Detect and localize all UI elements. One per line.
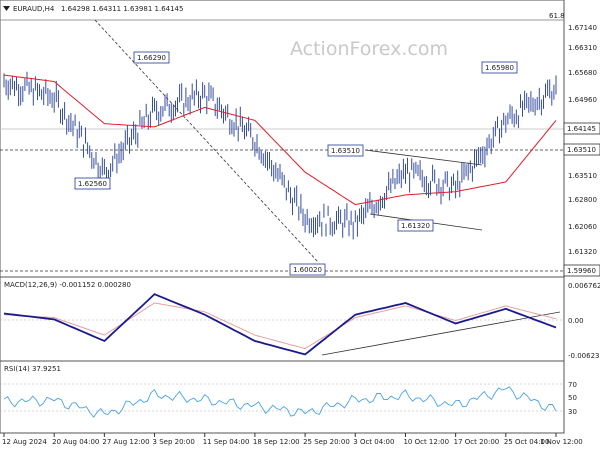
x-tick-label: 1 Nov 12:00 xyxy=(540,438,583,446)
tag-last: 1.64145 xyxy=(563,122,600,135)
price-tick: 1.65680 xyxy=(568,69,597,77)
annotation-160020: 1.60020 xyxy=(289,263,326,276)
annotation-165980: 1.65980 xyxy=(481,61,518,74)
svg-text:1.66290: 1.66290 xyxy=(137,54,166,62)
main-panel xyxy=(0,0,565,278)
svg-text:1.63510: 1.63510 xyxy=(567,146,596,154)
price-tick: 1.66310 xyxy=(568,44,597,52)
tag-low: 1.59960 xyxy=(563,264,600,277)
x-tick-label: 11 Sep 04:00 xyxy=(203,438,250,446)
fib-label: 61.8 xyxy=(549,12,565,20)
main-ohlc: 1.64298 1.64311 1.63981 1.64145 xyxy=(61,5,183,13)
rsi-tick-70: 70 xyxy=(568,381,577,389)
rsi-tick-50: 50 xyxy=(568,394,577,402)
annotation-161320: 1.61320 xyxy=(397,219,434,232)
rsi-tick-30: 30 xyxy=(568,408,577,416)
svg-text:1.62560: 1.62560 xyxy=(78,180,107,188)
tag-support: 1.63510 xyxy=(563,143,600,156)
x-tick-label: 3 Sep 20:00 xyxy=(153,438,195,446)
price-tick: 1.62060 xyxy=(568,223,597,231)
x-tick-label: 10 Oct 12:00 xyxy=(403,438,449,446)
macd-tick-zero: 0.00 xyxy=(568,317,584,325)
price-tick: 1.63510 xyxy=(568,172,597,180)
annotation-163510: 1.63510 xyxy=(327,144,364,157)
annotation-166290: 1.66290 xyxy=(133,51,170,64)
chart-root: ActionForex.com EURAUD,H4 1.64298 1.6431… xyxy=(0,0,600,450)
svg-text:1.64145: 1.64145 xyxy=(567,125,596,133)
svg-text:1.63510: 1.63510 xyxy=(331,147,360,155)
macd-tick-top: 0.006762 xyxy=(568,282,600,290)
price-tick: 1.67140 xyxy=(568,24,597,32)
price-tick: 1.62800 xyxy=(568,196,597,204)
svg-text:1.60020: 1.60020 xyxy=(293,266,322,274)
x-tick-label: 27 Aug 12:00 xyxy=(102,438,149,446)
watermark: ActionForex.com xyxy=(290,38,448,60)
svg-text:1.65980: 1.65980 xyxy=(485,64,514,72)
x-tick-label: 3 Oct 04:00 xyxy=(353,438,394,446)
svg-text:1.59960: 1.59960 xyxy=(567,267,596,275)
rsi-title: RSI(14) 37.9251 xyxy=(4,365,61,373)
x-tick-label: 12 Aug 2024 xyxy=(2,438,47,446)
x-tick-label: 25 Sep 20:00 xyxy=(303,438,350,446)
main-title: EURAUD,H4 xyxy=(13,5,55,13)
annotation-162560: 1.62560 xyxy=(74,177,111,190)
x-tick-label: 20 Aug 04:00 xyxy=(52,438,99,446)
x-tick-label: 18 Sep 12:00 xyxy=(253,438,300,446)
svg-text:1.61320: 1.61320 xyxy=(401,222,430,230)
x-tick-label: 17 Oct 20:00 xyxy=(454,438,500,446)
price-tick: 1.61320 xyxy=(568,248,597,256)
macd-title: MACD(12,26,9) -0.001152 0.000280 xyxy=(4,281,131,289)
macd-tick-bottom: -0.006238 xyxy=(568,352,600,360)
price-tick: 1.64960 xyxy=(568,96,597,104)
